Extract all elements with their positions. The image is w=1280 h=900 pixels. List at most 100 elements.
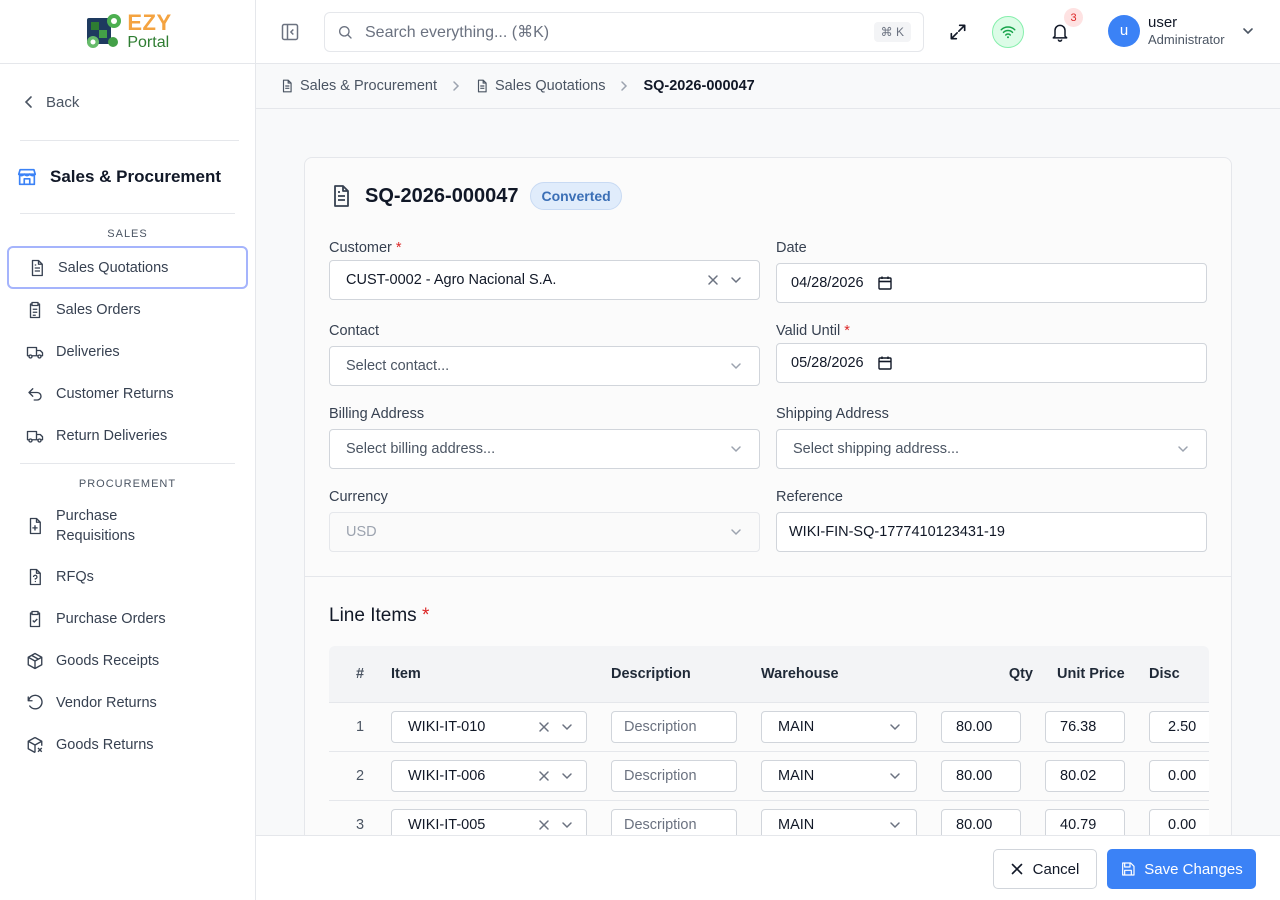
connection-status-button[interactable] xyxy=(992,16,1024,48)
chevron-left-icon xyxy=(24,96,32,108)
discount-input[interactable]: 0.00 xyxy=(1149,760,1209,792)
chevron-down-icon xyxy=(731,363,741,370)
qty-input[interactable]: 80.00 xyxy=(941,711,1021,743)
sidebar-item-customer-returns[interactable]: Customer Returns xyxy=(0,373,255,415)
chevron-down-icon xyxy=(731,529,741,536)
item-select[interactable]: WIKI-IT-010 xyxy=(391,711,587,743)
logo-area: EZY Portal xyxy=(0,0,255,64)
contact-select[interactable]: Select contact... xyxy=(329,346,760,386)
qty-input[interactable]: 80.00 xyxy=(941,760,1021,792)
valid-until-input[interactable]: 05/28/2026 xyxy=(776,343,1207,383)
breadcrumb-label: Sales & Procurement xyxy=(300,78,438,94)
required-mark: * xyxy=(395,240,402,256)
logo-bottom-text: Portal xyxy=(127,34,170,51)
sidebar: EZY Portal Back Sales & Procurement SALE… xyxy=(0,0,256,900)
breadcrumb-label: SQ-2026-000047 xyxy=(643,78,755,94)
user-info: user Administrator xyxy=(1148,14,1225,48)
date-input[interactable]: 04/28/2026 xyxy=(776,263,1207,303)
maximize-icon xyxy=(950,24,966,40)
sidebar-item-sales-quotations[interactable]: Sales Quotations xyxy=(7,246,248,289)
warehouse-select[interactable]: MAIN xyxy=(761,711,917,743)
sidebar-item-vendor-returns[interactable]: Vendor Returns xyxy=(0,682,255,724)
avatar: u xyxy=(1108,14,1140,47)
sidebar-item-purchase-orders[interactable]: Purchase Orders xyxy=(0,598,255,640)
logo-top-text: EZY xyxy=(127,10,172,35)
close-icon xyxy=(1011,863,1022,875)
user-name: user xyxy=(1148,14,1178,31)
save-button[interactable]: Save Changes xyxy=(1107,849,1256,889)
currency-select: USD xyxy=(329,512,760,552)
sidebar-item-rfqs[interactable]: RFQs xyxy=(0,556,255,598)
column-header-item: Item xyxy=(391,666,421,682)
app-logo[interactable]: EZY Portal xyxy=(83,12,171,52)
item-select[interactable]: WIKI-IT-006 xyxy=(391,760,587,792)
chevron-right-icon xyxy=(619,80,629,92)
file-text-icon xyxy=(31,259,43,276)
sidebar-item-goods-receipts[interactable]: Goods Receipts xyxy=(0,640,255,682)
notification-count-badge: 3 xyxy=(1064,8,1083,27)
sidebar-item-sales-orders[interactable]: Sales Orders xyxy=(0,289,255,331)
package-x-icon xyxy=(27,736,43,754)
item-value: WIKI-IT-005 xyxy=(408,817,486,833)
discount-input[interactable]: 2.50 xyxy=(1149,711,1209,743)
valid-until-value: 05/28/2026 xyxy=(791,355,864,371)
breadcrumb-label: Sales Quotations xyxy=(495,78,606,94)
user-menu[interactable]: u user Administrator xyxy=(1108,14,1255,48)
clear-icon[interactable] xyxy=(707,274,719,286)
store-icon xyxy=(17,168,37,186)
contact-label: Contact xyxy=(329,323,379,339)
chevron-down-icon xyxy=(1178,446,1188,453)
chevron-right-icon xyxy=(451,80,461,92)
shipping-address-placeholder: Select shipping address... xyxy=(793,441,960,457)
sidebar-item-return-deliveries[interactable]: Return Deliveries xyxy=(0,415,255,457)
section-label-sales: SALES xyxy=(107,228,148,240)
breadcrumb-item-module[interactable]: Sales & Procurement xyxy=(280,78,437,94)
fullscreen-button[interactable] xyxy=(948,22,968,42)
currency-label: Currency xyxy=(329,489,388,505)
chevron-down-icon xyxy=(1242,27,1253,34)
customer-select[interactable]: CUST-0002 - Agro Nacional S.A. xyxy=(329,260,760,300)
cancel-button[interactable]: Cancel xyxy=(993,849,1097,889)
file-question-icon xyxy=(29,568,41,586)
clear-icon[interactable] xyxy=(538,770,550,782)
required-mark: * xyxy=(844,323,850,339)
sidebar-toggle-button[interactable] xyxy=(280,22,300,42)
sidebar-item-label: Purchase Orders xyxy=(56,611,166,627)
warehouse-value: MAIN xyxy=(778,768,815,784)
sidebar-item-purchase-requisitions[interactable]: Purchase Requisitions xyxy=(0,496,255,556)
description-placeholder: Description xyxy=(624,768,697,784)
status-badge: Converted xyxy=(530,182,622,210)
description-input[interactable]: Description xyxy=(611,760,737,792)
warehouse-select[interactable]: MAIN xyxy=(761,760,917,792)
sidebar-item-deliveries[interactable]: Deliveries xyxy=(0,331,255,373)
qty-value: 80.00 xyxy=(956,768,993,784)
clear-icon[interactable] xyxy=(538,819,550,831)
valid-until-label-text: Valid Until xyxy=(776,323,841,339)
calendar-icon[interactable] xyxy=(877,356,892,370)
sidebar-item-goods-returns[interactable]: Goods Returns xyxy=(0,724,255,766)
breadcrumb-item-list[interactable]: Sales Quotations xyxy=(475,78,605,94)
reference-input[interactable]: WIKI-FIN-SQ-1777410123431-19 xyxy=(776,512,1207,552)
module-title-label: Sales & Procurement xyxy=(50,167,222,186)
reference-value: WIKI-FIN-SQ-1777410123431-19 xyxy=(789,524,1005,540)
shipping-address-select[interactable]: Select shipping address... xyxy=(776,429,1207,469)
unit-price-input[interactable]: 80.02 xyxy=(1045,760,1125,792)
search-input[interactable]: Search everything... (⌘K) ⌘ K xyxy=(324,12,924,52)
column-header-discount: Disc xyxy=(1149,666,1180,682)
sidebar-item-label: RFQs xyxy=(56,569,94,585)
currency-value: USD xyxy=(346,524,377,540)
item-value: WIKI-IT-010 xyxy=(408,719,486,735)
clipboard-check-icon xyxy=(29,610,41,628)
unit-price-input[interactable]: 76.38 xyxy=(1045,711,1125,743)
breadcrumb: Sales & Procurement Sales Quotations SQ-… xyxy=(256,64,1280,109)
billing-address-select[interactable]: Select billing address... xyxy=(329,429,760,469)
sidebar-item-label: Goods Returns xyxy=(56,737,154,753)
clear-icon[interactable] xyxy=(538,721,550,733)
back-link[interactable]: Back xyxy=(20,64,239,140)
warehouse-value: MAIN xyxy=(778,817,815,833)
line-items-title-text: Line Items xyxy=(329,605,417,626)
calendar-icon[interactable] xyxy=(877,276,892,290)
sidebar-item-label: Purchase Requisitions xyxy=(56,508,135,544)
description-input[interactable]: Description xyxy=(611,711,737,743)
top-bar: Search everything... (⌘K) ⌘ K 3 u user A… xyxy=(256,0,1280,64)
